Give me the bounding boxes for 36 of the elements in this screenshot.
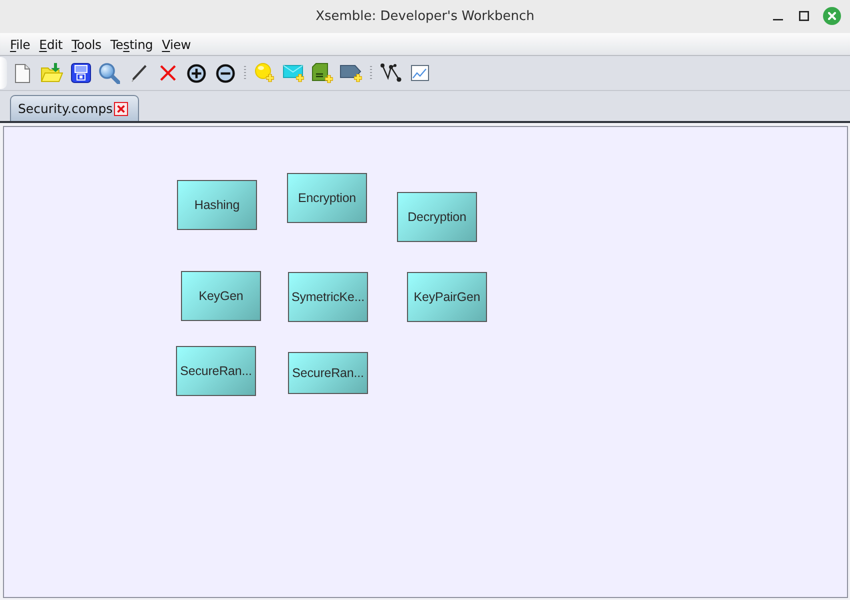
search-icon (99, 62, 120, 84)
component-node[interactable]: KeyGen (181, 271, 261, 321)
minus-circle-icon (216, 64, 235, 82)
graph-icon (380, 63, 402, 83)
component-node[interactable]: Decryption (397, 192, 477, 242)
pencil-icon (130, 64, 146, 82)
menu-item[interactable]: Tools (72, 36, 102, 52)
menu-item[interactable]: File (10, 36, 30, 52)
component-node[interactable]: SecureRan... (288, 352, 368, 394)
component-node[interactable]: SecureRan... (176, 346, 256, 396)
menu-item[interactable]: View (162, 36, 191, 52)
plus-circle-icon (187, 64, 206, 82)
document-icon (15, 64, 30, 82)
tab-close-button[interactable] (114, 102, 128, 116)
close-icon (828, 12, 836, 20)
maximize-icon (799, 11, 809, 21)
envelope-add-icon (282, 64, 304, 82)
menu-item[interactable]: Edit (39, 36, 63, 52)
tab-label: Security.comps (18, 101, 113, 116)
component-node[interactable]: KeyPairGen (407, 272, 487, 322)
file-tab[interactable]: Security.comps (10, 95, 139, 121)
minimize-icon (773, 19, 783, 21)
window-title: Xsemble: Developer's Workbench (316, 9, 534, 24)
cross-icon (160, 65, 176, 81)
close-button[interactable] (823, 7, 841, 25)
circle-add-icon (254, 63, 274, 83)
menu-item[interactable]: Testing (110, 36, 153, 52)
toolbar-grip[interactable] (0, 57, 7, 89)
component-node[interactable]: SymetricKe... (288, 272, 368, 322)
component-node[interactable]: Hashing (177, 180, 257, 230)
close-icon (116, 104, 125, 112)
document-add-icon (312, 62, 334, 84)
line-chart-icon (410, 65, 428, 81)
component-node[interactable]: Encryption (287, 173, 367, 223)
tag-add-icon (340, 64, 363, 82)
folder-icon (40, 63, 62, 83)
